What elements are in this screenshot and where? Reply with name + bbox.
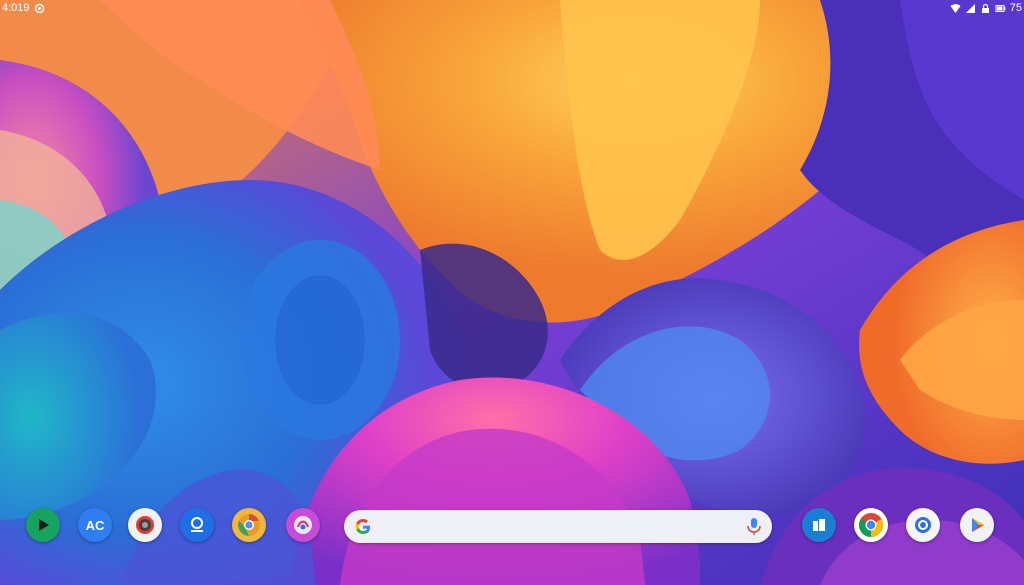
wallpaper	[0, 0, 1024, 585]
chrome-dev-icon[interactable]	[232, 508, 266, 542]
maps-app-icon[interactable]	[180, 508, 214, 542]
signal-icon	[965, 3, 976, 14]
status-left: 4:019	[2, 2, 45, 14]
status-bar: 4:019 75	[0, 0, 1024, 18]
files-app-icon[interactable]	[802, 508, 836, 542]
photos-app-icon[interactable]	[286, 508, 320, 542]
mic-icon[interactable]	[744, 516, 764, 538]
camera-icon[interactable]	[128, 508, 162, 542]
play-games-icon[interactable]	[960, 508, 994, 542]
wifi-icon	[950, 3, 961, 14]
status-right: 75	[950, 2, 1022, 14]
battery-icon	[995, 3, 1006, 14]
battery-percentage: 75	[1009, 2, 1022, 14]
translate-app-icon[interactable]: AC	[78, 508, 112, 542]
dock: AC	[0, 503, 1024, 547]
google-g-icon	[355, 519, 370, 534]
translate-app-label: AC	[85, 517, 105, 533]
notification-icon	[34, 3, 45, 14]
search-bar[interactable]	[344, 510, 772, 543]
play-store-icon[interactable]	[26, 508, 60, 542]
clock: 4:019	[2, 2, 30, 14]
browser-circle-icon[interactable]	[906, 508, 940, 542]
chrome-icon[interactable]	[854, 508, 888, 542]
lock-icon	[980, 3, 991, 14]
